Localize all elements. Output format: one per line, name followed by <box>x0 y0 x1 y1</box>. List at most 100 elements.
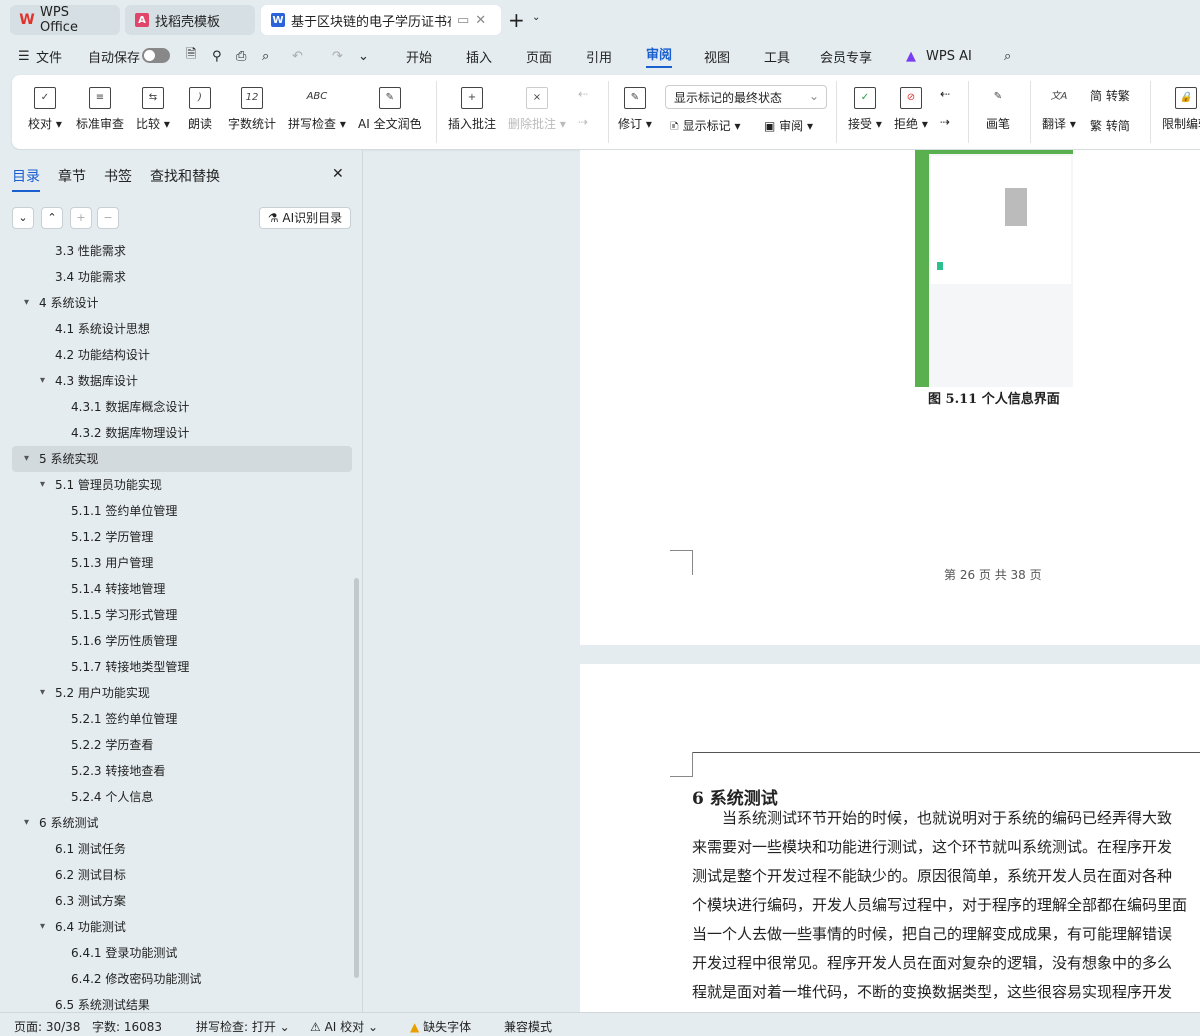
toc-item[interactable]: ▾ 5 系统实现 <box>12 446 352 472</box>
menu-review[interactable]: 审阅 <box>646 44 673 68</box>
tab-find-replace[interactable]: 查找和替换 <box>150 166 220 186</box>
tab-wps-office[interactable]: W WPS Office <box>10 5 120 35</box>
expand-arrow-icon[interactable]: ▾ <box>40 914 45 940</box>
tab-templates[interactable]: A 找稻壳模板 <box>125 5 255 35</box>
previous-change-icon[interactable]: ⇠ <box>940 87 950 101</box>
remove-heading-button[interactable]: − <box>97 207 119 229</box>
toc-item[interactable]: ▾ 4 系统设计 <box>12 290 352 316</box>
to-traditional-button[interactable]: 简 转繁 <box>1090 87 1130 104</box>
word-count-button[interactable]: 12 字数统计 <box>228 87 276 132</box>
next-change-icon[interactable]: ⇢ <box>940 115 950 129</box>
word-count[interactable]: 字数: 16083 <box>92 1018 162 1035</box>
toc-item[interactable]: 4.3.2 数据库物理设计 <box>12 420 352 446</box>
tab-toc[interactable]: 目录 <box>12 166 40 192</box>
toc-item[interactable]: 4.1 系统设计思想 <box>12 316 352 342</box>
menu-start[interactable]: 开始 <box>406 47 432 66</box>
undo-icon[interactable]: ↶ <box>292 49 303 64</box>
proof-button[interactable]: ✓ 校对 ▾ <box>28 87 62 132</box>
delete-comment-button[interactable]: × 删除批注 ▾ <box>508 87 566 132</box>
chevron-down-icon[interactable]: ⌄ <box>532 12 540 23</box>
collapse-all-button[interactable]: ⌄ <box>12 207 34 229</box>
markup-mode-select[interactable]: 显示标记的最终状态 ⌄ <box>665 85 827 109</box>
hamburger-icon[interactable]: ☰ <box>18 49 30 64</box>
spell-check-button[interactable]: ABC 拼写检查 ▾ <box>288 87 346 132</box>
toc-item[interactable]: ▾ 6 系统测试 <box>12 810 352 836</box>
toc-item[interactable]: 5.1.5 学习形式管理 <box>12 602 352 628</box>
autosave-toggle[interactable] <box>142 48 170 63</box>
restrict-edit-button[interactable]: 🔒 限制编辑 <box>1162 87 1200 132</box>
toc-item[interactable]: 5.1.7 转接地类型管理 <box>12 654 352 680</box>
standard-review-button[interactable]: ≡ 标准审查 <box>76 87 124 132</box>
tab-document[interactable]: W 基于区块链的电子学历证书存 ▭ ✕ <box>261 5 501 35</box>
page-indicator[interactable]: 页面: 30/38 <box>14 1018 80 1035</box>
menu-insert[interactable]: 插入 <box>466 47 492 66</box>
read-aloud-button[interactable]: ) 朗读 <box>188 87 212 132</box>
toc-item[interactable]: 5.1.6 学历性质管理 <box>12 628 352 654</box>
ai-proof-status[interactable]: ⚠ AI 校对 ⌄ <box>310 1018 378 1035</box>
expand-arrow-icon[interactable]: ▾ <box>40 472 45 498</box>
toc-item[interactable]: 6.2 测试目标 <box>12 862 352 888</box>
toc-item[interactable]: 5.2.3 转接地查看 <box>12 758 352 784</box>
translate-button[interactable]: 文A 翻译 ▾ <box>1042 87 1076 132</box>
menu-page[interactable]: 页面 <box>526 47 552 66</box>
expand-arrow-icon[interactable]: ▾ <box>24 290 29 316</box>
expand-arrow-icon[interactable]: ▾ <box>24 810 29 836</box>
save-icon[interactable]: 🗎 <box>186 45 196 67</box>
toc-item[interactable]: ▾ 4.3 数据库设计 <box>12 368 352 394</box>
review-pane-button[interactable]: ▣ 审阅 ▾ <box>764 117 813 134</box>
print-icon[interactable]: ⎙ <box>236 49 246 64</box>
add-heading-button[interactable]: + <box>70 207 92 229</box>
toc-item[interactable]: 6.4.2 修改密码功能测试 <box>12 966 352 992</box>
more-chevron-icon[interactable]: ⌄ <box>358 49 369 64</box>
redo-icon[interactable]: ↷ <box>332 49 343 64</box>
previous-comment-icon[interactable]: ⇠ <box>578 87 588 101</box>
menu-tools[interactable]: 工具 <box>764 47 790 66</box>
missing-font-status[interactable]: ▲ 缺失字体 <box>410 1018 471 1035</box>
tab-bookmarks[interactable]: 书签 <box>104 166 132 186</box>
toc-item[interactable]: 5.1.3 用户管理 <box>12 550 352 576</box>
toc-item[interactable]: 4.3.1 数据库概念设计 <box>12 394 352 420</box>
next-comment-icon[interactable]: ⇢ <box>578 115 588 129</box>
spell-check-status[interactable]: 拼写检查: 打开 ⌄ <box>196 1018 290 1035</box>
expand-arrow-icon[interactable]: ▾ <box>40 680 45 706</box>
toc-item[interactable]: ▾ 5.2 用户功能实现 <box>12 680 352 706</box>
toc-item[interactable]: 3.4 功能需求 <box>12 264 352 290</box>
insert-comment-button[interactable]: + 插入批注 <box>448 87 496 132</box>
menu-view[interactable]: 视图 <box>704 47 730 66</box>
close-tab-icon[interactable]: ✕ <box>475 13 486 28</box>
menu-reference[interactable]: 引用 <box>586 47 612 66</box>
ai-polish-button[interactable]: ✎ AI 全文润色 <box>358 87 422 132</box>
expand-up-button[interactable]: ⌃ <box>41 207 63 229</box>
toc-item[interactable]: ▾ 5.1 管理员功能实现 <box>12 472 352 498</box>
menu-file[interactable]: 文件 <box>36 47 62 66</box>
to-simplified-button[interactable]: 繁 转简 <box>1090 117 1130 134</box>
menu-member[interactable]: 会员专享 <box>820 47 872 66</box>
pen-button[interactable]: ✎ 画笔 <box>986 87 1010 132</box>
toc-item[interactable]: 5.1.1 签约单位管理 <box>12 498 352 524</box>
toc-item[interactable]: 5.2.2 学历查看 <box>12 732 352 758</box>
toc-item[interactable]: 4.2 功能结构设计 <box>12 342 352 368</box>
expand-arrow-icon[interactable]: ▾ <box>40 368 45 394</box>
close-pane-icon[interactable]: ✕ <box>332 166 344 182</box>
toc-item[interactable]: 5.2.4 个人信息 <box>12 784 352 810</box>
expand-arrow-icon[interactable]: ▾ <box>24 446 29 472</box>
print-preview-icon[interactable]: ⌕ <box>262 49 269 64</box>
search-icon[interactable]: ⌕ <box>1004 49 1011 64</box>
ai-toc-button[interactable]: ⚗ AI识别目录 <box>259 207 351 229</box>
toc-item[interactable]: 6.3 测试方案 <box>12 888 352 914</box>
toc-item[interactable]: 5.1.4 转接地管理 <box>12 576 352 602</box>
show-markup-button[interactable]: 🗈 显示标记 ▾ <box>670 117 740 138</box>
toc-scrollbar[interactable] <box>354 578 359 978</box>
reject-button[interactable]: ⊘ 拒绝 ▾ <box>894 87 928 132</box>
toc-item[interactable]: ▾ 6.4 功能测试 <box>12 914 352 940</box>
track-changes-button[interactable]: ✎ 修订 ▾ <box>618 87 652 132</box>
format-painter-icon[interactable]: ⚲ <box>212 49 222 64</box>
toc-item[interactable]: 5.1.2 学历管理 <box>12 524 352 550</box>
toc-item[interactable]: 6.4.1 登录功能测试 <box>12 940 352 966</box>
accept-button[interactable]: ✓ 接受 ▾ <box>848 87 882 132</box>
menu-wps-ai[interactable]: WPS AI <box>926 49 972 64</box>
new-tab-icon[interactable]: + <box>508 8 525 32</box>
toc-item[interactable]: 3.3 性能需求 <box>12 238 352 264</box>
tab-chapters[interactable]: 章节 <box>58 166 86 186</box>
toc-item[interactable]: 6.1 测试任务 <box>12 836 352 862</box>
